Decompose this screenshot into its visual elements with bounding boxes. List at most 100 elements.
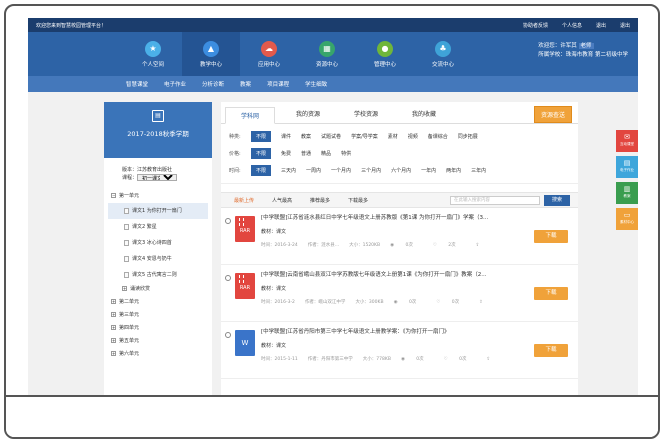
tree-unit[interactable]: + 第三单元	[108, 309, 208, 322]
subnav-project-course[interactable]: 项目课程	[267, 80, 289, 88]
left-panel: ▤ 2017-2018秋季学期 版本：江苏教育出版社 课程： 初一课文 − 第一单元…	[104, 102, 212, 396]
tab-school-resources[interactable]: 学校资源	[341, 106, 391, 123]
tree-lesson[interactable]: 课文3 冰心诗四首	[108, 235, 208, 251]
filter-option[interactable]: 备课综合	[428, 133, 448, 140]
filter-option[interactable]: 不限	[251, 148, 272, 159]
filter-option[interactable]: 免费	[281, 150, 291, 157]
side-button[interactable]: ▤ 电子作业	[616, 156, 638, 178]
exit-link[interactable]: 退出	[620, 22, 630, 29]
tab-my-favorites[interactable]: 我的收藏	[399, 106, 449, 123]
filter-option[interactable]: 不限	[251, 165, 272, 176]
subnav-lesson-plan[interactable]: 教案	[240, 80, 251, 88]
select-radio[interactable]	[225, 218, 231, 224]
tree-unit[interactable]: + 第五单元	[108, 335, 208, 348]
filter-option[interactable]: 一年内	[421, 167, 436, 174]
expand-toggle-icon[interactable]: +	[122, 286, 127, 291]
logout-link[interactable]: 退出	[596, 22, 606, 29]
search-input[interactable]: 在此输入搜索内容	[450, 196, 540, 205]
download-button[interactable]: 下载	[534, 344, 568, 357]
tree-lesson[interactable]: 课文4 安恩与奶牛	[108, 251, 208, 267]
sort-recommended[interactable]: 推荐最多	[301, 197, 339, 204]
tree-unit[interactable]: + 第六单元	[108, 348, 208, 361]
nav-label: 资源中心	[315, 61, 338, 68]
user-info: 欢迎您：许军其 老师 所属学校：珠海市教育 第二初级中学	[538, 42, 628, 60]
tree-unit[interactable]: + 诵读欣赏	[108, 283, 208, 296]
filter-option[interactable]: 六个月内	[391, 167, 411, 174]
doc-icon: ▤	[623, 159, 631, 167]
expand-toggle-icon[interactable]: +	[111, 299, 116, 304]
filter-option[interactable]: 普通	[301, 150, 311, 157]
expand-toggle-icon[interactable]: +	[111, 351, 116, 356]
nav-personal-space[interactable]: ★ 个人空间	[124, 32, 182, 76]
filter-option[interactable]: 素材	[388, 133, 398, 140]
filter-option[interactable]: 同步拓展	[458, 133, 478, 140]
side-button[interactable]: ✉ 互动课堂	[616, 130, 638, 152]
resource-material: 教材：课文	[261, 286, 287, 292]
expand-toggle-icon[interactable]: −	[111, 193, 116, 198]
nav-management-center[interactable]: ● 管理中心	[356, 32, 414, 76]
sort-newest[interactable]: 最新上传	[225, 197, 263, 204]
people-icon: ♣	[435, 40, 451, 57]
download-button[interactable]: 下载	[534, 230, 568, 243]
filter-option[interactable]: 三个月内	[361, 167, 381, 174]
resource-title[interactable]: [中学联盟]云南省峨山县双江中学苏教版七年级语文上册第1课《为你打开一扇门》教案…	[261, 271, 511, 279]
filter-option[interactable]: 精品	[321, 150, 331, 157]
nav-exchange-center[interactable]: ♣ 交流中心	[414, 32, 472, 76]
tree-unit[interactable]: + 第二单元	[108, 296, 208, 309]
select-radio[interactable]	[225, 275, 231, 281]
search-button[interactable]: 搜索	[544, 195, 570, 206]
filter-option[interactable]: 学案/导学案	[351, 133, 378, 140]
share-icon[interactable]: ⇪	[487, 357, 491, 362]
tree-unit-label: 第三单元	[119, 312, 140, 318]
nav-teaching-center[interactable]: ▲ 教学中心	[182, 32, 240, 76]
tree-lesson[interactable]: 课文5 古代寓言二则	[108, 267, 208, 283]
expand-toggle-icon[interactable]: +	[111, 325, 116, 330]
filter-option[interactable]: 三年内	[471, 167, 486, 174]
sort-downloads[interactable]: 下载最多	[339, 197, 377, 204]
subnav-analysis[interactable]: 分析诊断	[202, 80, 224, 88]
select-radio[interactable]	[225, 332, 231, 338]
document-icon	[124, 223, 129, 230]
subnav-student[interactable]: 学生细致	[305, 80, 327, 88]
subnav-e-homework[interactable]: 电子作业	[164, 80, 186, 88]
tree-lesson-label: 课文3 冰心诗四首	[132, 240, 172, 246]
tab-xuekewang[interactable]: 学科网	[225, 107, 275, 124]
share-icon[interactable]: ⇪	[476, 243, 480, 248]
tree-unit[interactable]: + 第四单元	[108, 322, 208, 335]
resource-title[interactable]: [中学联盟]江苏省丹阳市第三中学七年级语文上册教学案：《为你打开一扇门》	[261, 328, 511, 336]
filter-option[interactable]: 试题试卷	[321, 133, 341, 140]
tree-lesson[interactable]: 课文1 为你打开一扇门	[108, 203, 208, 219]
share-icon[interactable]: ⇪	[479, 300, 483, 305]
nav-app-center[interactable]: ☁ 应用中心	[240, 32, 298, 76]
tab-my-resources[interactable]: 我的资源	[283, 106, 333, 123]
subnav-smart-class[interactable]: 智慧课堂	[126, 80, 148, 88]
app-screen: 欢迎您来到智慧校园管理平台！ 协助者反馈 个人信息 退出 退出 ★ 个人空间 ▲ 教…	[28, 18, 638, 396]
filter-option[interactable]: 教案	[301, 133, 311, 140]
user-badge: 老师	[578, 43, 594, 49]
expand-toggle-icon[interactable]: +	[111, 312, 116, 317]
filter-option[interactable]: 一周内	[306, 167, 321, 174]
side-button[interactable]: ▭ 素材中心	[616, 208, 638, 230]
expand-toggle-icon[interactable]: +	[111, 338, 116, 343]
nav-resource-center[interactable]: ▦ 资源中心	[298, 32, 356, 76]
filter-option[interactable]: 特供	[341, 150, 351, 157]
like-count-value: 0次	[459, 357, 467, 362]
course-select[interactable]: 初一课文	[137, 174, 178, 181]
filter-option[interactable]: 不限	[251, 131, 272, 142]
filter-option[interactable]: 三天内	[281, 167, 296, 174]
filter-option[interactable]: 课件	[281, 133, 291, 140]
resource-item: W [中学联盟]江苏省丹阳市第三中学七年级语文上册教学案：《为你打开一扇门》 教材：…	[221, 322, 578, 379]
download-button[interactable]: 下载	[534, 287, 568, 300]
tree-unit[interactable]: − 第一单元	[108, 190, 208, 203]
view-count: ◉ 0次	[390, 243, 423, 248]
resource-title[interactable]: [中学联盟]江苏省涟水县红日中学七年级语文上册苏教版《第1课 为你打开一扇门》学…	[261, 214, 511, 222]
profile-link[interactable]: 个人信息	[562, 22, 582, 29]
feedback-link[interactable]: 协助者反馈	[523, 22, 548, 29]
filter-option[interactable]: 一个月内	[331, 167, 351, 174]
side-button[interactable]: ▥ 教案	[616, 182, 638, 204]
filter-option[interactable]: 视频	[408, 133, 418, 140]
sort-popular[interactable]: 人气最高	[263, 197, 301, 204]
tree-lesson[interactable]: 课文2 繁星	[108, 219, 208, 235]
filter-option[interactable]: 两年内	[446, 167, 461, 174]
upload-button[interactable]: 资源查送	[533, 106, 572, 123]
